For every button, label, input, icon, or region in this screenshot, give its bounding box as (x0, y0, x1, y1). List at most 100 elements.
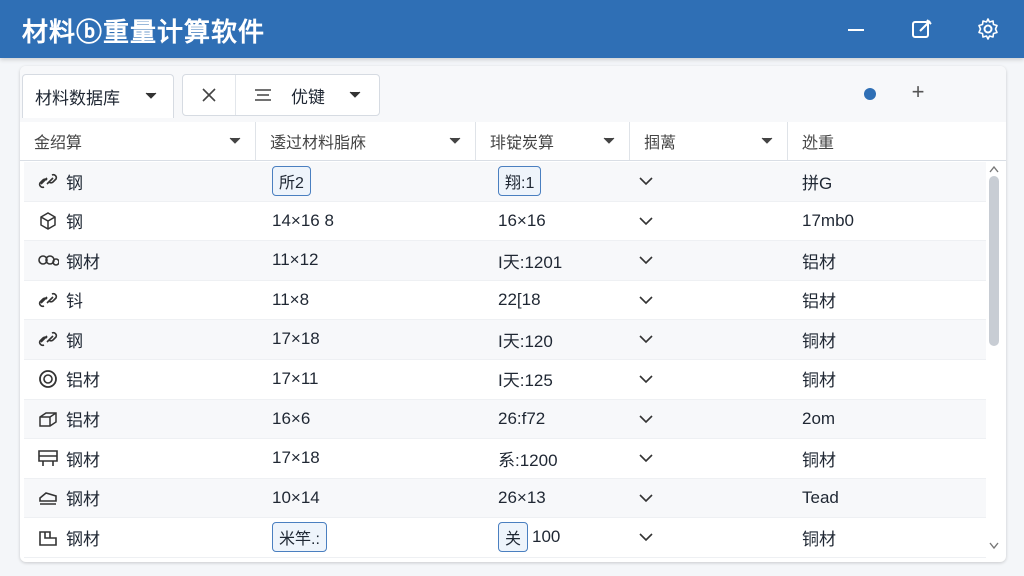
link-icon (36, 170, 60, 192)
calc-cell: 26:f72 (498, 400, 545, 438)
result-cell: 铝材 (802, 281, 836, 319)
result-cell: Tead (802, 479, 839, 517)
result-cell: 铜材 (802, 518, 836, 556)
scroll-down-icon[interactable] (988, 540, 1000, 550)
clear-button[interactable] (183, 75, 236, 115)
row-dropdown[interactable] (638, 241, 654, 279)
column-header-1[interactable]: 金绍算 (20, 122, 256, 160)
row-dropdown[interactable] (638, 281, 654, 319)
calc-cell: 翔:1 (498, 162, 545, 200)
dimension-value: 11×12 (272, 250, 319, 270)
row-dropdown[interactable] (638, 439, 654, 477)
column-header-4[interactable]: 掴蓠 (630, 122, 788, 160)
chain-icon (36, 249, 60, 271)
material-cell: 铝材 (36, 400, 100, 438)
calc-cell: 26×13 (498, 479, 546, 517)
row-dropdown[interactable] (638, 162, 654, 200)
edit-button[interactable] (906, 13, 938, 45)
result-value: 拼G (802, 173, 833, 193)
chevron-down-icon (761, 137, 773, 144)
table-row[interactable]: 铝材 17×11 I天:125 铜材 (24, 360, 986, 400)
row-dropdown[interactable] (638, 400, 654, 438)
material-name: 钭 (66, 292, 83, 312)
material-name: 钢材 (66, 252, 100, 272)
column-header-label: 迯重 (802, 135, 835, 152)
table-row[interactable]: 钢材 米竿.: 关 100 铜材 (24, 518, 986, 558)
table-row[interactable]: 钢材 11×12 I天:1201 铝材 (24, 241, 986, 281)
calc-value: 26:f72 (498, 408, 546, 428)
table-row[interactable]: 钢 所2 翔:1 拼G (24, 162, 986, 202)
ring-icon (36, 368, 60, 390)
dimension-value: 16×6 (272, 408, 311, 428)
dimension-cell: 17×18 (272, 439, 320, 477)
material-cell: 铝材 (36, 360, 100, 398)
calc-cell: I天:120 (498, 320, 553, 358)
material-name: 铝材 (66, 411, 100, 431)
calc-cell: 22[18 (498, 281, 541, 319)
row-dropdown[interactable] (638, 518, 654, 556)
table-row[interactable]: 钢材 17×18 系:1200 铜材 (24, 439, 986, 479)
dimension-cell: 11×8 (272, 281, 309, 319)
calc-value: 16×16 (498, 210, 546, 230)
dimension-cell: 10×14 (272, 479, 320, 517)
dimension-chip[interactable]: 米竿.: (272, 522, 327, 553)
row-dropdown[interactable] (638, 479, 654, 517)
dimension-cell: 14×16 8 (272, 202, 334, 240)
chevron-down-icon (638, 171, 654, 191)
calc-cell: I天:1201 (498, 241, 562, 279)
scrollbar[interactable] (986, 162, 1002, 554)
dimension-cell: 11×12 (272, 241, 318, 279)
material-cell: 钢材 (36, 241, 100, 279)
chevron-down-icon (638, 290, 654, 310)
material-cell: 钢 (36, 320, 83, 358)
table-row[interactable]: 钭 11×8 22[18 铝材 (24, 281, 986, 321)
row-dropdown[interactable] (638, 360, 654, 398)
row-dropdown[interactable] (638, 320, 654, 358)
table-row[interactable]: 钢 17×18 I天:120 铜材 (24, 320, 986, 360)
sort-dropdown[interactable]: 优键 (237, 75, 379, 115)
table-row[interactable]: 钢 14×16 8 16×16 17mb0 (24, 202, 986, 242)
row-dropdown[interactable] (638, 202, 654, 240)
result-value: Tead (802, 487, 839, 507)
settings-button[interactable] (972, 13, 1004, 45)
calc-chip[interactable]: 关 (498, 522, 529, 553)
column-header-2[interactable]: 逶过材料脂庥 (256, 122, 476, 160)
dimension-value: 11×8 (272, 289, 310, 309)
minimize-button[interactable] (840, 13, 872, 45)
dimension-cell: 米竿.: (272, 518, 327, 556)
material-cell: 钢 (36, 162, 83, 200)
chevron-down-icon (349, 91, 361, 98)
column-header-3[interactable]: 琲锭炭算 (476, 122, 630, 160)
result-cell: 铜材 (802, 439, 836, 477)
calc-chip[interactable]: 翔:1 (498, 166, 542, 196)
material-name: 钢 (66, 213, 83, 233)
dimension-value: 14×16 8 (272, 210, 334, 230)
material-name: 钢材 (66, 529, 100, 549)
scroll-up-icon[interactable] (988, 164, 1000, 174)
scrollbar-thumb[interactable] (989, 176, 999, 346)
calc-cell: 系:1200 (498, 439, 558, 477)
chevron-down-icon (638, 250, 654, 270)
column-header-5[interactable]: 迯重 (788, 122, 1006, 160)
column-header-label: 掴蓠 (644, 135, 677, 152)
edit-icon (912, 19, 932, 38)
calc-value: I天:125 (498, 371, 553, 391)
frame-icon (36, 447, 60, 469)
dimension-cell: 17×11 (272, 360, 318, 398)
dimension-chip[interactable]: 所2 (272, 166, 311, 196)
table-row[interactable]: 钢材 10×14 26×13 Tead (24, 478, 986, 519)
tab-material-database[interactable]: 材料数据库 (22, 74, 174, 118)
status-dot[interactable] (864, 88, 876, 100)
result-cell: 拼G (802, 162, 832, 200)
chevron-down-icon (638, 488, 654, 508)
app-title: 材料ⓑ重量计算软件 (22, 17, 266, 47)
table-row[interactable]: 铝材 16×6 26:f72 2om (24, 399, 986, 440)
result-cell: 铜材 (802, 360, 836, 398)
sort-label: 优键 (291, 87, 325, 107)
add-button[interactable]: + (906, 80, 930, 104)
result-value: 铝材 (802, 252, 836, 272)
dimension-cell: 所2 (272, 162, 311, 200)
material-cell: 钢材 (36, 518, 100, 556)
link-icon (36, 289, 60, 311)
table-body: 钢 所2 翔:1 拼G 钢 14×16 8 16×16 17mb0 钢材 11×… (24, 162, 986, 558)
